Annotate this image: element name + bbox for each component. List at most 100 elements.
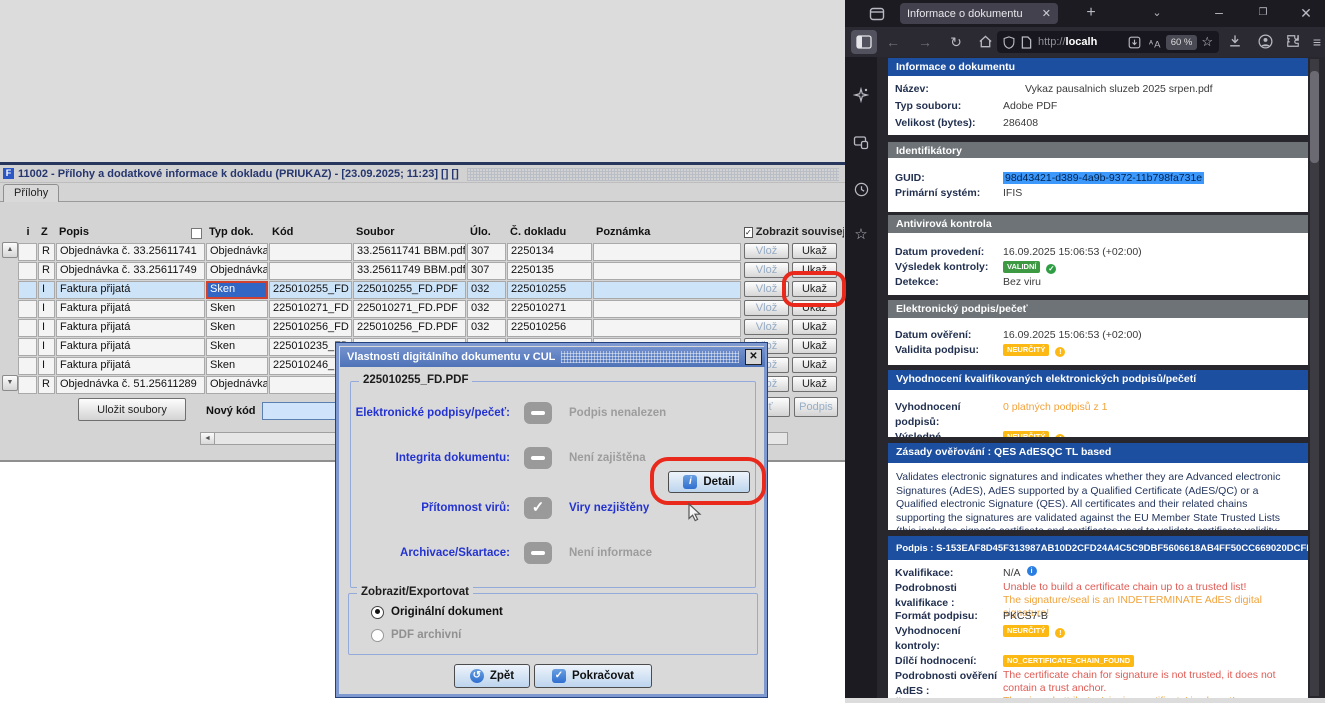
scroll-down-button[interactable]: ▼	[2, 375, 18, 391]
bookmark-star-icon[interactable]: ☆	[1201, 34, 1213, 50]
save-page-icon[interactable]	[1128, 36, 1141, 49]
table-cell[interactable]	[18, 281, 37, 299]
vloz-button[interactable]: Vlož	[744, 300, 789, 316]
table-cell[interactable]: Sken	[206, 300, 268, 318]
url-bar[interactable]: http://localh ᴀA 60 % ☆	[997, 31, 1219, 53]
table-cell[interactable]: Objednávka č. 33.25611749	[56, 262, 205, 280]
table-cell[interactable]: I	[38, 319, 55, 337]
table-cell[interactable]: 225010255	[507, 281, 592, 299]
selected-cell-sken[interactable]: Sken	[206, 281, 268, 299]
tab-prilohy[interactable]: Přílohy	[3, 184, 59, 202]
ukaz-button[interactable]: Ukaž	[792, 319, 837, 335]
table-cell[interactable]	[593, 243, 741, 261]
table-cell[interactable]	[18, 376, 37, 394]
table-cell[interactable]: Objednávka	[206, 262, 268, 280]
table-cell[interactable]: I	[38, 281, 55, 299]
header-checkbox[interactable]	[191, 228, 202, 239]
ai-chatbot-icon[interactable]	[851, 85, 871, 105]
back-icon[interactable]: ←	[883, 32, 903, 52]
maximize-icon[interactable]: ❐	[1253, 3, 1273, 23]
ukaz-button[interactable]: Ukaž	[792, 357, 837, 373]
vloz-button[interactable]: Vlož	[744, 319, 789, 335]
guid-value-selected[interactable]: 98d43421-d389-4a9b-9372-11b798fa731e	[1003, 172, 1204, 184]
table-cell[interactable]: Sken	[206, 338, 268, 356]
scrollbar-thumb[interactable]	[1310, 71, 1319, 163]
table-cell[interactable]: R	[38, 243, 55, 261]
table-cell[interactable]: 225010256_FD.PDF	[353, 319, 466, 337]
tab-close-icon[interactable]: ✕	[1042, 7, 1051, 20]
table-cell[interactable]: I	[38, 300, 55, 318]
table-cell[interactable]: Objednávka č. 51.25611289	[56, 376, 205, 394]
ukaz-button[interactable]: Ukaž	[792, 338, 837, 354]
home-icon[interactable]	[975, 31, 995, 51]
history-clock-icon[interactable]	[851, 179, 871, 199]
new-tab-icon[interactable]: +	[1081, 3, 1101, 23]
table-cell[interactable]: 225010271_FD.PDF	[353, 300, 466, 318]
table-cell[interactable]	[593, 319, 741, 337]
table-cell[interactable]: 33.25611741 BBM.pdf	[353, 243, 466, 261]
table-cell[interactable]: 225010271	[507, 300, 592, 318]
table-cell[interactable]: Objednávka	[206, 243, 268, 261]
synced-tabs-icon[interactable]	[851, 133, 871, 153]
info-circle-icon[interactable]: i	[1027, 566, 1037, 576]
table-cell[interactable]: Objednávka č. 33.25611741	[56, 243, 205, 261]
table-cell[interactable]: 032	[467, 281, 506, 299]
bookmarks-star-icon[interactable]: ☆	[851, 225, 871, 245]
table-cell[interactable]	[593, 281, 741, 299]
table-cell[interactable]: R	[38, 376, 55, 394]
table-cell[interactable]	[269, 243, 352, 261]
firefox-view-icon[interactable]	[867, 4, 887, 24]
table-cell[interactable]: Faktura přijatá	[56, 319, 205, 337]
close-icon[interactable]: ✕	[745, 349, 762, 365]
ukaz-button[interactable]: Ukaž	[792, 376, 837, 392]
zpet-button[interactable]: ↺ Zpět	[454, 664, 530, 688]
zoom-level-badge[interactable]: 60 %	[1166, 35, 1198, 50]
table-cell[interactable]: 225010256	[507, 319, 592, 337]
table-cell[interactable]: 225010271_FD	[269, 300, 352, 318]
table-cell[interactable]	[593, 300, 741, 318]
table-cell[interactable]: 032	[467, 319, 506, 337]
table-cell[interactable]	[593, 262, 741, 280]
table-cell[interactable]	[18, 338, 37, 356]
table-cell[interactable]	[18, 262, 37, 280]
table-cell[interactable]: 307	[467, 243, 506, 261]
table-cell[interactable]: I	[38, 338, 55, 356]
table-cell[interactable]: 225010255_FD	[269, 281, 352, 299]
table-cell[interactable]	[269, 262, 352, 280]
table-cell[interactable]: Faktura přijatá	[56, 281, 205, 299]
radio-pdf-archive[interactable]: PDF archivní	[371, 627, 461, 643]
table-cell[interactable]: Faktura přijatá	[56, 338, 205, 356]
downloads-icon[interactable]	[1225, 31, 1245, 51]
radio-original[interactable]: Originální dokument	[371, 604, 503, 620]
table-cell[interactable]: Objednávka	[206, 376, 268, 394]
table-cell[interactable]: Faktura přijatá	[56, 357, 205, 375]
table-cell[interactable]: 33.25611749 BBM.pdf	[353, 262, 466, 280]
table-cell[interactable]: Sken	[206, 319, 268, 337]
forward-icon[interactable]: →	[915, 32, 935, 52]
table-cell[interactable]	[18, 319, 37, 337]
sidebar-toggle-button[interactable]	[851, 30, 877, 54]
scroll-up-button[interactable]: ▲	[2, 242, 18, 258]
table-cell[interactable]: 032	[467, 300, 506, 318]
ukaz-button[interactable]: Ukaž	[792, 243, 837, 259]
translate-icon[interactable]: ᴀA	[1148, 36, 1162, 49]
account-icon[interactable]	[1255, 31, 1275, 51]
extensions-icon[interactable]	[1283, 31, 1303, 51]
table-cell[interactable]: 225010255_FD.PDF	[353, 281, 466, 299]
podpis-button[interactable]: Podpis	[794, 397, 838, 417]
table-cell[interactable]: 2250134	[507, 243, 592, 261]
scroll-left-icon[interactable]: ◄	[201, 433, 215, 444]
table-cell[interactable]: R	[38, 262, 55, 280]
table-cell[interactable]: 2250135	[507, 262, 592, 280]
pokracovat-button[interactable]: ✓ Pokračovat	[534, 664, 652, 688]
vloz-button[interactable]: Vlož	[744, 243, 789, 259]
tab-list-chevron-icon[interactable]: ⌄	[1147, 3, 1167, 23]
minimize-icon[interactable]: –	[1209, 2, 1229, 22]
table-cell[interactable]	[18, 300, 37, 318]
table-cell[interactable]: I	[38, 357, 55, 375]
window-close-icon[interactable]: ✕	[1296, 3, 1316, 23]
table-cell[interactable]	[18, 243, 37, 261]
table-cell[interactable]	[18, 357, 37, 375]
browser-tab[interactable]: Informace o dokumentu ✕	[900, 3, 1058, 24]
reload-icon[interactable]: ↻	[946, 32, 966, 52]
